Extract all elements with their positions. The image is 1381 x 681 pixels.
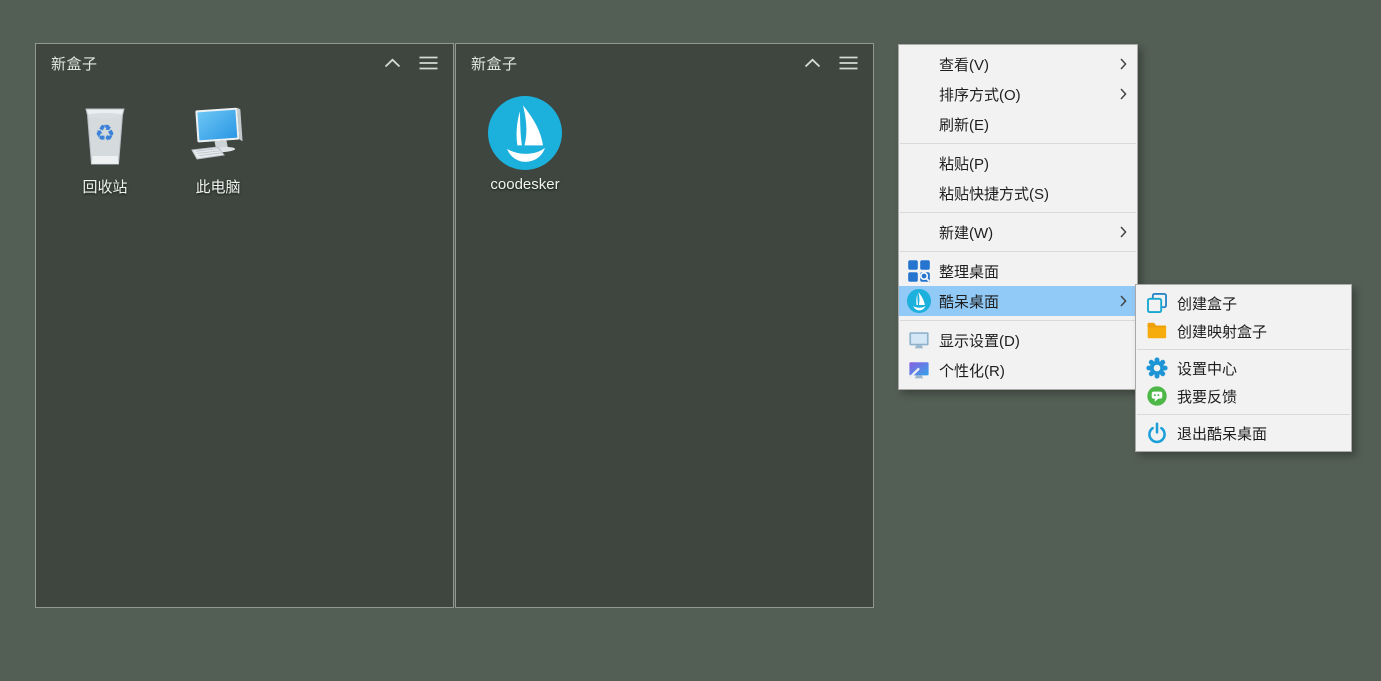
- coodesker-submenu: 创建盒子 创建映射盒子 设置中心: [1135, 284, 1352, 452]
- collapse-chevron-up-icon[interactable]: [381, 52, 403, 74]
- power-icon: [1136, 422, 1177, 444]
- create-box-icon: [1136, 292, 1177, 314]
- submenu-arrow-icon: [1117, 226, 1127, 238]
- menu-item-organize-desktop[interactable]: 整理桌面: [899, 256, 1137, 286]
- desktop-icon-coodesker[interactable]: coodesker: [473, 94, 577, 193]
- menu-item-sort-by[interactable]: 排序方式(O): [899, 79, 1137, 109]
- submenu-item-feedback[interactable]: 我要反馈: [1136, 382, 1351, 410]
- submenu-arrow-icon: [1117, 88, 1127, 100]
- collapse-chevron-up-icon[interactable]: [801, 52, 823, 74]
- menu-item-display-settings[interactable]: 显示设置(D): [899, 325, 1137, 355]
- icon-label: 回收站: [82, 176, 127, 197]
- folder-icon: [1136, 320, 1177, 342]
- menu-item-new[interactable]: 新建(W): [899, 217, 1137, 247]
- box-2-titlebar[interactable]: 新盒子: [456, 44, 873, 82]
- desktop[interactable]: { "colors": { "desktop_bg": "#535e55", "…: [0, 0, 1381, 681]
- submenu-item-create-mapped-box[interactable]: 创建映射盒子: [1136, 317, 1351, 345]
- coodesker-sailboat-icon: [488, 94, 562, 170]
- personalize-icon: [899, 358, 939, 382]
- submenu-item-create-box[interactable]: 创建盒子: [1136, 289, 1351, 317]
- organize-desktop-icon: [899, 259, 939, 283]
- display-settings-icon: [899, 328, 939, 352]
- menu-separator: [1137, 349, 1350, 350]
- gear-icon: [1136, 357, 1177, 379]
- box-title: 新盒子: [51, 53, 367, 74]
- box-1-titlebar[interactable]: 新盒子: [36, 44, 453, 82]
- coodesker-sailboat-icon: [899, 289, 939, 313]
- desktop-box-2: 新盒子 coodesker: [455, 43, 874, 608]
- menu-item-personalize[interactable]: 个性化(R): [899, 355, 1137, 385]
- submenu-arrow-icon: [1117, 295, 1127, 307]
- menu-item-coodesker[interactable]: 酷呆桌面: [899, 286, 1137, 316]
- desktop-box-1: 新盒子 ♻ 回收站: [35, 43, 454, 608]
- submenu-item-settings-center[interactable]: 设置中心: [1136, 354, 1351, 382]
- menu-separator: [900, 251, 1136, 252]
- menu-item-paste-shortcut[interactable]: 粘贴快捷方式(S): [899, 178, 1137, 208]
- box-menu-hamburger-icon[interactable]: [837, 52, 859, 74]
- desktop-icon-recycle-bin[interactable]: ♻ 回收站: [53, 94, 157, 197]
- icon-label: 此电脑: [195, 176, 240, 197]
- menu-item-refresh[interactable]: 刷新(E): [899, 109, 1137, 139]
- svg-text:♻: ♻: [95, 121, 116, 147]
- menu-separator: [900, 320, 1136, 321]
- submenu-arrow-icon: [1117, 58, 1127, 70]
- box-menu-hamburger-icon[interactable]: [417, 52, 439, 74]
- icon-label: coodesker: [490, 176, 559, 193]
- recycle-bin-icon: ♻: [73, 94, 137, 170]
- submenu-item-exit-coodesker[interactable]: 退出酷呆桌面: [1136, 419, 1351, 447]
- desktop-icon-this-pc[interactable]: 此电脑: [166, 94, 270, 197]
- box-title: 新盒子: [471, 53, 787, 74]
- menu-item-paste[interactable]: 粘贴(P): [899, 148, 1137, 178]
- menu-separator: [900, 143, 1136, 144]
- desktop-context-menu: 查看(V) 排序方式(O) 刷新(E) 粘贴(P) 粘贴快捷方式(S) 新建(W…: [898, 44, 1138, 390]
- menu-item-view[interactable]: 查看(V): [899, 49, 1137, 79]
- this-pc-icon: [182, 94, 254, 170]
- menu-separator: [1137, 414, 1350, 415]
- menu-separator: [900, 212, 1136, 213]
- feedback-chat-icon: [1136, 385, 1177, 407]
